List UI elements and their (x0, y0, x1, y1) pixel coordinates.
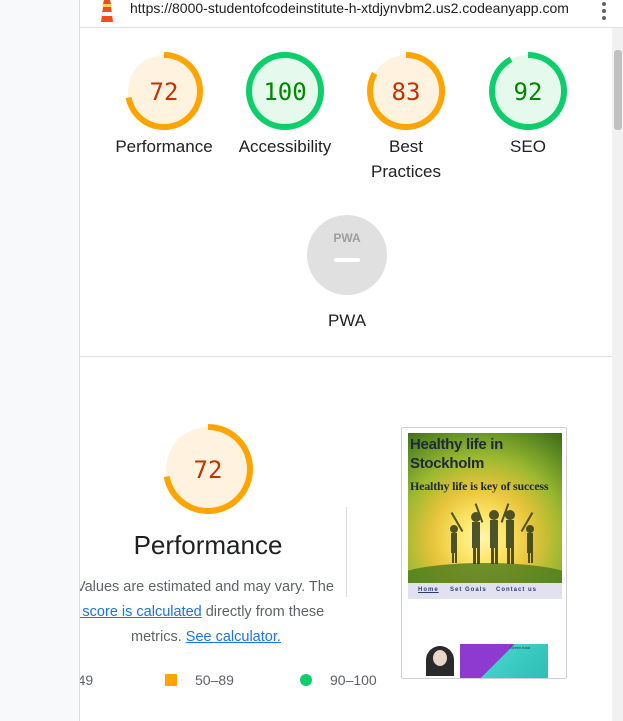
screenshot-nav-contact: Contact us (496, 587, 538, 593)
gauge-best-practices-label-line2: Practices (371, 162, 441, 181)
gauge-accessibility-score: 100 (263, 78, 306, 106)
desc-line-3: metrics. See calculator. (131, 625, 365, 650)
screenshot-card (460, 644, 548, 678)
screenshot-nav: Home Set Goals Contact us (408, 583, 562, 599)
gauge-seo[interactable]: 92 SEO (468, 50, 588, 159)
gauge-performance-label: Performance (115, 137, 213, 156)
lighthouse-logo-icon (101, 0, 113, 22)
scrollbar[interactable] (612, 28, 623, 721)
performance-description: Values are estimated and may vary. The p… (80, 575, 365, 650)
performance-big-gauge: 72 (163, 424, 253, 514)
gauge-accessibility[interactable]: 100 Accessibility (225, 50, 345, 159)
gauge-best-practices-ring: 83 (367, 52, 445, 130)
pass-circle-icon (300, 674, 312, 686)
section-divider (80, 356, 612, 357)
gauge-pwa-label: PWA (327, 311, 367, 330)
gauge-performance-score: 72 (150, 78, 179, 106)
screenshot-card-label: Green food (510, 645, 531, 650)
screenshot-title-line2: Stockholm (410, 455, 484, 472)
legend-average-text: 50–89 (195, 672, 234, 688)
gauge-performance-ring: 72 (125, 52, 203, 130)
gauge-seo-score: 92 (514, 78, 543, 106)
screenshot-hero-image: Healthy life in Stockholm Healthy life i… (408, 433, 562, 583)
gauge-best-practices-score: 83 (392, 78, 421, 106)
performance-big-score: 72 (194, 456, 223, 484)
url-text[interactable]: https://8000-studentofcodeinstitute-h-xt… (130, 0, 590, 16)
left-gutter (0, 0, 80, 721)
legend-pass: 90–100 (300, 672, 377, 688)
more-vert-icon[interactable] (598, 0, 610, 24)
gauge-accessibility-ring: 100 (246, 52, 324, 130)
gauge-seo-ring: 92 (489, 52, 567, 130)
gauge-accessibility-label: Accessibility (238, 137, 332, 156)
gauge-performance[interactable]: 72 Performance (104, 50, 224, 159)
screenshot-avatar-face (433, 650, 447, 666)
average-square-icon (165, 674, 177, 686)
see-calculator-link[interactable]: See calculator. (186, 629, 281, 645)
legend-fail-text: 0–49 (80, 672, 94, 688)
legend-average: 50–89 (165, 672, 234, 688)
performance-score-link[interactable]: performance score is calculated (80, 604, 202, 620)
screenshot-nav-goals: Set Goals (450, 587, 487, 593)
url-bar: https://8000-studentofcodeinstitute-h-xt… (80, 0, 623, 28)
final-screenshot[interactable]: Healthy life in Stockholm Healthy life i… (401, 427, 567, 679)
gauge-pwa[interactable]: PWA PWA (287, 214, 407, 333)
gauge-seo-label: SEO (510, 137, 546, 156)
desc-line-2: performance score is calculated directly… (80, 600, 365, 625)
screenshot-title: Healthy life in Stockholm (410, 435, 503, 473)
screenshot-nav-home: Home (418, 587, 439, 593)
scrollbar-thumb[interactable] (614, 50, 622, 130)
screenshot-subtitle: Healthy life is key of success (410, 479, 549, 493)
desc-line-3-prefix: metrics. (131, 629, 186, 645)
legend-fail: 0–49 (80, 672, 120, 688)
screenshot-title-line1: Healthy life in (410, 436, 504, 453)
legend-pass-text: 90–100 (330, 672, 377, 688)
pwa-badge-text: PWA (333, 231, 361, 245)
desc-line-1: Values are estimated and may vary. The (80, 579, 334, 595)
desc-line-2-rest: directly from these (201, 604, 325, 620)
gauge-best-practices[interactable]: 83 Best Practices (346, 50, 466, 184)
performance-title: Performance (133, 530, 283, 560)
pwa-badge-icon: PWA (307, 215, 387, 295)
gauge-best-practices-label-line1: Best (388, 137, 424, 156)
gauge-best-practices-label: Best Practices (346, 134, 466, 184)
